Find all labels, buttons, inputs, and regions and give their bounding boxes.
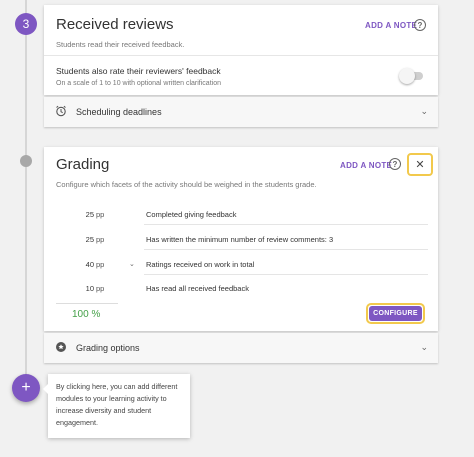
timeline-rail [25,0,27,400]
settings-badge-icon [54,341,68,356]
close-icon: ✕ [415,159,425,171]
received-reviews-title: Received reviews [56,16,174,33]
close-button[interactable]: ✕ [407,153,433,176]
alarm-clock-icon [54,105,68,120]
scheduling-deadlines-bar[interactable]: Scheduling deadlines ⌄ [44,97,438,127]
rate-reviewers-toggle[interactable] [399,68,415,84]
help-circle-icon[interactable]: ? [389,158,401,170]
grading-row-unit: pp [96,210,105,219]
rate-reviewers-option-desc: On a scale of 1 to 10 with optional writ… [56,80,221,87]
grading-row-label: Has written the minimum number of review… [146,235,334,244]
grading-options-bar[interactable]: Grading options ⌄ [44,333,438,363]
grading-options-label: Grading options [76,343,140,353]
divider [44,55,438,56]
grading-add-note-link[interactable]: ADD A NOTE [340,161,392,170]
grading-row-label: Has read all received feedback [146,284,249,293]
received-reviews-card: Received reviews ADD A NOTE ? Students r… [44,5,438,95]
chevron-down-icon[interactable]: ⌄ [420,342,428,353]
grading-row-unit: pp [96,284,105,293]
plus-icon: + [21,379,31,396]
grading-row-value[interactable]: 40 [80,260,94,269]
divider [144,224,428,225]
step-number-badge: 3 [15,13,37,35]
scheduling-deadlines-label: Scheduling deadlines [76,107,162,117]
configure-button[interactable]: CONFIGURE [369,306,422,321]
grading-row-unit: pp [96,260,105,269]
grading-row-label: Completed giving feedback [146,210,237,219]
grading-row-value[interactable]: 25 [80,210,94,219]
chevron-down-icon[interactable]: ⌄ [420,106,428,117]
received-reviews-description: Students read their received feedback. [56,40,185,49]
step-dot [20,155,32,167]
grading-row-value[interactable]: 25 [80,235,94,244]
add-module-tooltip: By clicking here, you can add different … [43,374,190,438]
grading-row-unit: pp [96,235,105,244]
add-module-button[interactable]: + [12,374,40,402]
chevron-down-icon[interactable]: ⌄ [129,260,135,268]
rate-reviewers-option-title: Students also rate their reviewers' feed… [56,66,221,76]
grading-row-label: Ratings received on work in total [146,260,255,269]
grading-row-value[interactable]: 10 [80,284,94,293]
divider [144,249,428,250]
divider [144,274,428,275]
total-divider [56,303,118,304]
configure-button-highlight: CONFIGURE [366,303,425,324]
help-circle-icon[interactable]: ? [414,19,426,31]
grading-title: Grading [56,156,110,173]
received-reviews-add-note-link[interactable]: ADD A NOTE [365,21,417,30]
grading-total: 100 % [72,309,101,320]
grading-description: Configure which facets of the activity s… [56,180,317,189]
grading-card: Grading ADD A NOTE ? ✕ Configure which f… [44,147,438,331]
